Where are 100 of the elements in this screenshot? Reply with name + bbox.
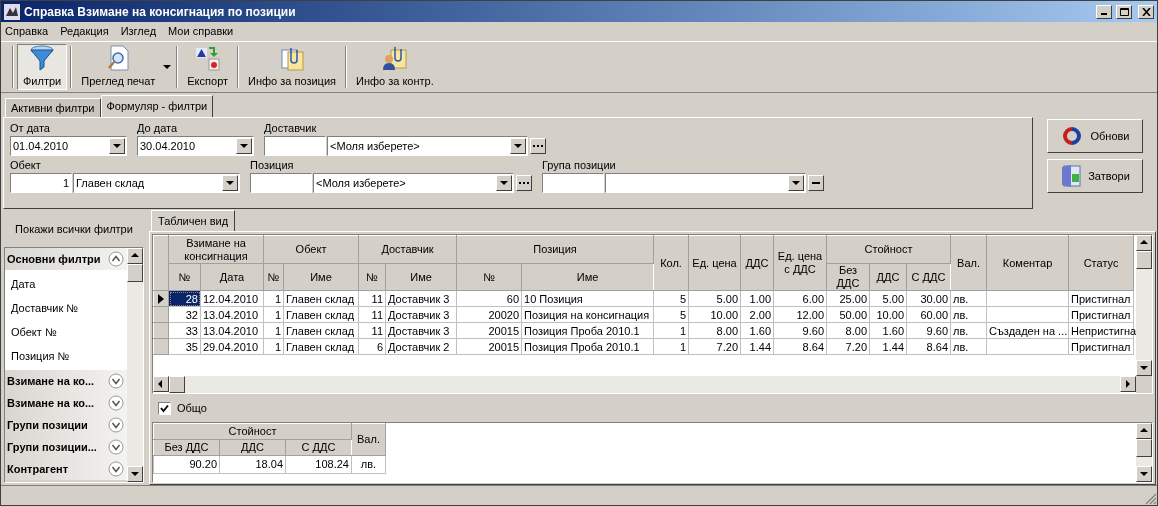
more-icon	[533, 144, 543, 148]
table-cell: Позиция Проба 2010.1	[521, 338, 654, 355]
dropdown-button[interactable]	[510, 138, 526, 154]
filter-item[interactable]: Доставчик №	[5, 296, 127, 320]
table-cell: 108.24	[285, 455, 352, 473]
toolbar-button[interactable]: Инфо за контр.	[350, 44, 440, 90]
combo-field[interactable]: Главен склад	[73, 173, 240, 193]
clear-button[interactable]	[808, 175, 824, 191]
funnel-icon	[28, 44, 57, 73]
toolbar-button[interactable]: Преглед печат	[75, 44, 162, 90]
maximize-button[interactable]	[1116, 4, 1132, 19]
tab[interactable]: Табличен вид	[151, 210, 236, 231]
table-cell: 1	[653, 338, 689, 355]
scroll-up-button[interactable]	[1136, 235, 1152, 251]
combo-field[interactable]: 30.04.2010	[137, 136, 254, 156]
scrollbar-thumb[interactable]	[1136, 251, 1152, 269]
triangle-right-icon	[1123, 379, 1133, 389]
maximize-icon	[1119, 7, 1129, 16]
toolbar-button[interactable]: Инфо за позиция	[242, 44, 342, 90]
table-cell: Пристигнал	[1068, 306, 1134, 323]
chevron-down-icon	[108, 439, 124, 455]
filter-item[interactable]: Позиция №	[5, 344, 127, 368]
caret-down-icon	[225, 178, 235, 188]
table-cell: 10.00	[688, 306, 741, 323]
scroll-up-button[interactable]	[127, 248, 143, 264]
caret-down-icon	[112, 141, 122, 151]
scroll-down-button[interactable]	[1136, 360, 1152, 376]
table-cell: 13.04.2010	[200, 306, 264, 323]
tab[interactable]: Формуляр - филтри	[100, 95, 214, 117]
filter-group-header[interactable]: Групи позиции	[5, 414, 127, 436]
combo-field[interactable]	[605, 173, 806, 193]
column-header: Статус	[1068, 235, 1134, 291]
dropdown-button[interactable]	[222, 175, 238, 191]
dropdown-button[interactable]	[109, 138, 125, 154]
scrollbar-thumb[interactable]	[169, 376, 185, 393]
table-cell: Доставчик 3	[385, 322, 457, 339]
close-button[interactable]	[1138, 4, 1154, 19]
close-button[interactable]: Затвори	[1047, 159, 1143, 193]
filter-item[interactable]: Обект №	[5, 320, 127, 344]
close-icon	[1141, 7, 1151, 16]
door-icon	[1060, 164, 1083, 188]
toolbar-button[interactable]: Експорт	[181, 44, 235, 90]
filter-group-header[interactable]: Взимане на ко...	[5, 370, 127, 392]
table-cell: 25.00	[826, 290, 870, 307]
table-cell: 90.20	[153, 455, 220, 473]
code-field[interactable]	[542, 173, 604, 193]
filter-group-header[interactable]: Взимане на ко...	[5, 392, 127, 414]
table-cell: 7.20	[826, 338, 870, 355]
export-icon	[193, 44, 222, 73]
caret-down-icon	[239, 141, 249, 151]
table-cell: 2.00	[740, 306, 774, 323]
filter-group-header[interactable]: Контрагент	[5, 458, 127, 480]
menu-item[interactable]: Справка	[5, 23, 49, 40]
show-all-filters-button[interactable]: Покажи всички филтри	[1, 211, 147, 247]
minimize-button[interactable]	[1096, 4, 1112, 19]
combo-field[interactable]: 01.04.2010	[10, 136, 127, 156]
tab[interactable]: Активни филтри	[5, 98, 101, 117]
chevron-down-icon	[108, 373, 124, 389]
table-cell: лв.	[950, 338, 987, 355]
scroll-right-button[interactable]	[1120, 376, 1136, 392]
code-field[interactable]: 1	[10, 173, 72, 193]
dropdown-button[interactable]	[788, 175, 804, 191]
toolbar-button[interactable]: Филтри	[17, 44, 68, 90]
filter-item[interactable]: Дата	[5, 272, 127, 296]
menu-item[interactable]: Изглед	[120, 23, 157, 40]
table-cell: 8.00	[826, 322, 870, 339]
table-cell: Доставчик 3	[385, 290, 457, 307]
column-header: Име	[283, 263, 359, 291]
table-cell: 1	[263, 306, 284, 323]
more-button[interactable]	[530, 138, 546, 154]
menu-item[interactable]: Мои справки	[168, 23, 234, 40]
code-field[interactable]	[264, 136, 326, 156]
table-cell: 60	[456, 290, 522, 307]
combo-field[interactable]: <Моля изберете>	[313, 173, 514, 193]
scrollbar-thumb[interactable]	[1136, 439, 1152, 457]
person-document-icon	[380, 44, 409, 73]
filter-group-header[interactable]: Групи позиции...	[5, 436, 127, 458]
filter-group-header[interactable]: Основни филтри	[5, 248, 127, 270]
scroll-down-button[interactable]	[1136, 466, 1152, 482]
column-header: Взимане на консигнация	[168, 235, 264, 264]
column-header: Име	[521, 263, 654, 291]
dropdown-button[interactable]	[236, 138, 252, 154]
refresh-button[interactable]: Обнови	[1047, 119, 1143, 153]
dropdown-button[interactable]	[496, 175, 512, 191]
chevron-down-icon	[108, 395, 124, 411]
table-cell: 29.04.2010	[200, 338, 264, 355]
checkbox[interactable]	[158, 401, 171, 415]
column-header: Доставчик	[358, 235, 457, 264]
scrollbar-thumb[interactable]	[127, 264, 143, 282]
scroll-left-button[interactable]	[153, 376, 169, 392]
checkbox-label: Общо	[177, 400, 207, 416]
scroll-up-button[interactable]	[1136, 423, 1152, 439]
more-button[interactable]	[516, 175, 532, 191]
table-cell: 11	[358, 322, 386, 339]
code-field[interactable]	[250, 173, 312, 193]
table-cell: 1.44	[740, 338, 774, 355]
column-header: Обект	[263, 235, 359, 264]
menu-item[interactable]: Редакция	[60, 23, 109, 40]
combo-field[interactable]: <Моля изберете>	[327, 136, 528, 156]
scroll-down-button[interactable]	[127, 466, 143, 482]
